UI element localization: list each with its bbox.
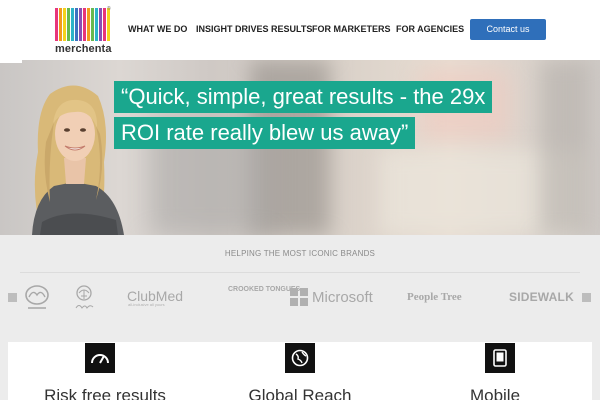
feature-title: Mobile — [469, 386, 521, 400]
feature-title: Global Reach — [248, 386, 352, 400]
club-med-tagline: all-inclusive all yours — [128, 302, 165, 307]
logo-stripe — [59, 8, 62, 41]
speedometer-icon — [85, 343, 115, 373]
hero-edge-tab — [0, 60, 22, 63]
logo-stripe — [91, 8, 94, 41]
carousel-prev-button[interactable] — [8, 293, 17, 302]
brand-tree-logo — [75, 285, 94, 309]
logo-stripe — [99, 8, 102, 41]
brands-heading: HELPING THE MOST ICONIC BRANDS — [224, 249, 376, 258]
logo-stripe — [67, 8, 70, 41]
logo-stripe — [95, 8, 98, 41]
feature-mobile: Mobile — [398, 342, 592, 400]
tablet-icon — [485, 343, 515, 373]
contact-us-button[interactable]: Contact us — [470, 19, 546, 40]
trademark-mark: ® — [107, 6, 111, 12]
logo-stripe — [55, 8, 58, 41]
microsoft-windows-icon — [290, 288, 308, 306]
site-header: merchenta ® WHAT WE DO INSIGHT DRIVES RE… — [0, 0, 600, 60]
logo-stripe — [103, 8, 106, 41]
feature-risk-free: Risk free results — [8, 342, 202, 400]
feature-global-reach: Global Reach — [203, 342, 397, 400]
globe-icon — [285, 343, 315, 373]
logo-stripe — [83, 8, 86, 41]
carousel-next-button[interactable] — [582, 293, 591, 302]
hero-banner: “Quick, simple, great results - the 29x … — [0, 60, 600, 235]
features-section: Risk free results Global Reach Mobile — [8, 342, 592, 400]
mazda-logo — [25, 285, 49, 309]
hero-quote-line-1: “Quick, simple, great results - the 29x — [114, 81, 493, 113]
nav-insight-drives-results[interactable]: INSIGHT DRIVES RESULTS — [196, 24, 312, 34]
brands-divider — [20, 272, 580, 273]
hero-background-blur — [540, 60, 590, 235]
hero-quote-line-2: ROI rate really blew us away” — [114, 117, 416, 149]
logo-stripe — [87, 8, 90, 41]
logo-stripe — [71, 8, 74, 41]
microsoft-logo: Microsoft — [312, 289, 373, 306]
people-tree-logo: People Tree — [407, 291, 462, 303]
feature-title: Risk free results — [44, 386, 166, 400]
logo-stripe — [75, 8, 78, 41]
crooked-tongues-logo: CROOKED TONGUES — [228, 286, 301, 293]
merchenta-logo[interactable]: merchenta ® — [55, 6, 115, 56]
nav-what-we-do[interactable]: WHAT WE DO — [128, 24, 187, 34]
logo-stripe — [79, 8, 82, 41]
sidewalk-logo: SIDEWALK — [509, 290, 574, 304]
logo-stripe — [107, 8, 110, 41]
logo-text: merchenta — [55, 43, 112, 55]
logo-bars — [55, 8, 115, 41]
logo-stripe — [63, 8, 66, 41]
nav-for-agencies[interactable]: FOR AGENCIES — [396, 24, 464, 34]
nav-for-marketers[interactable]: FOR MARKETERS — [312, 24, 391, 34]
